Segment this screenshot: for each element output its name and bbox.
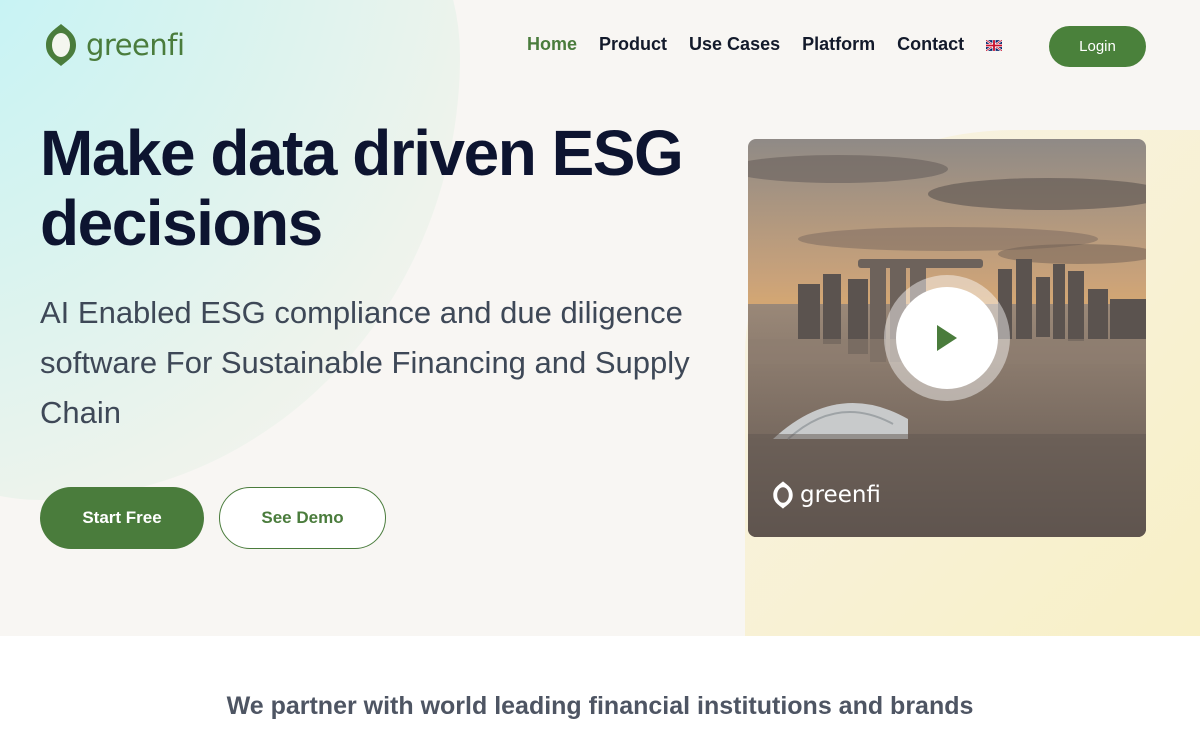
brand-logo[interactable]: greenfi: [44, 22, 185, 68]
greenfi-logo-icon: [46, 24, 76, 66]
play-button[interactable]: [896, 287, 998, 389]
video-player[interactable]: greenfi: [748, 139, 1146, 537]
top-navigation: greenfi Home Product Use Cases Platform …: [0, 0, 1200, 92]
video-watermark-text: greenfi: [800, 482, 881, 508]
nav-links: Home Product Use Cases Platform Contact: [527, 34, 1003, 55]
nav-link-product[interactable]: Product: [599, 34, 667, 55]
login-button[interactable]: Login: [1049, 26, 1146, 67]
nav-link-use-cases[interactable]: Use Cases: [689, 34, 780, 55]
video-watermark: greenfi: [772, 479, 881, 511]
hero-headline: Make data driven ESG decisions: [40, 117, 684, 259]
see-demo-button[interactable]: See Demo: [219, 487, 386, 549]
uk-flag-icon[interactable]: [986, 40, 1003, 51]
play-button-ring[interactable]: [884, 275, 1010, 401]
brand-name: greenfi: [86, 28, 185, 62]
start-free-button[interactable]: Start Free: [40, 487, 204, 549]
greenfi-logo-icon: [773, 481, 793, 509]
nav-link-home[interactable]: Home: [527, 34, 577, 55]
hero-section: greenfi Home Product Use Cases Platform …: [0, 0, 1200, 636]
hero-subheadline: AI Enabled ESG compliance and due dilige…: [40, 295, 690, 430]
partners-heading: We partner with world leading financial …: [226, 692, 974, 720]
play-icon: [937, 325, 957, 351]
nav-link-platform[interactable]: Platform: [802, 34, 875, 55]
nav-link-contact[interactable]: Contact: [897, 34, 964, 55]
